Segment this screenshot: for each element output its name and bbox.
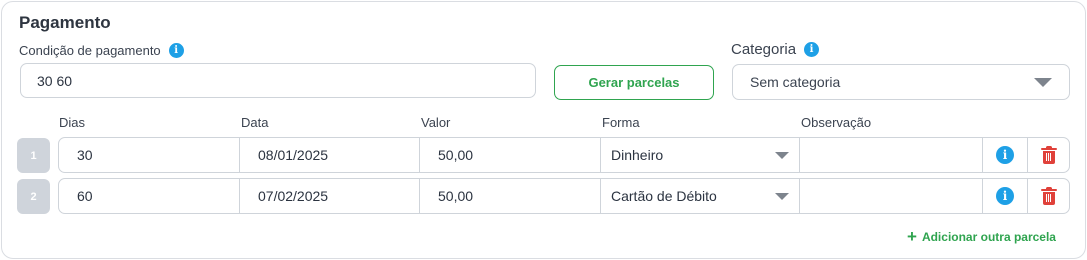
days-input[interactable]: 30 [59,138,240,172]
installment-row: 60 07/02/2025 50,00 Cartão de Débito i [58,178,1070,214]
category-selected-value: Sem categoria [750,74,841,90]
plus-icon: + [907,227,917,246]
notes-input[interactable] [800,138,983,172]
chevron-down-icon [1034,77,1052,87]
delete-row-button[interactable] [1028,138,1069,172]
payment-condition-label-group: Condição de pagamento i [19,43,184,58]
column-header-days: Dias [59,115,86,130]
payment-method-select[interactable]: Dinheiro [601,138,800,172]
installment-number-badge: 2 [17,179,50,214]
notes-input[interactable] [800,179,983,213]
payment-condition-label: Condição de pagamento [19,43,161,58]
row-info-button[interactable]: i [983,138,1028,172]
chevron-down-icon [775,192,789,200]
category-label: Categoria [731,41,797,58]
payment-condition-value: 30 60 [37,72,73,89]
days-input[interactable]: 60 [59,179,240,213]
payment-condition-info-icon[interactable]: i [168,43,184,58]
installment-number-badge: 1 [17,138,50,173]
payment-condition-input[interactable]: 30 60 [20,63,536,98]
category-select[interactable]: Sem categoria [732,64,1070,100]
installment-row: 30 08/01/2025 50,00 Dinheiro i [58,137,1070,173]
value-input[interactable]: 50,00 [420,179,601,213]
value-input[interactable]: 50,00 [420,138,601,172]
add-installment-label: Adicionar outra parcela [921,229,1056,244]
column-header-method: Forma [602,115,640,130]
payment-method-value: Cartão de Débito [611,188,717,204]
section-title: Pagamento [19,13,111,32]
category-info-icon[interactable]: i [804,42,820,57]
add-installment-link[interactable]: + Adicionar outra parcela [907,228,1056,245]
payment-method-value: Dinheiro [611,147,664,163]
info-icon: i [996,146,1014,164]
payment-card: Pagamento Condição de pagamento i 30 60 … [1,1,1086,259]
row-info-button[interactable]: i [983,179,1028,213]
info-icon: i [996,187,1014,205]
category-label-group: Categoria i [731,41,820,58]
trash-icon [1040,187,1057,205]
payment-method-select[interactable]: Cartão de Débito [601,179,800,213]
column-header-value: Valor [421,115,451,130]
trash-icon [1040,146,1057,164]
column-header-date: Data [241,115,269,130]
generate-installments-button[interactable]: Gerar parcelas [554,65,714,100]
date-input[interactable]: 08/01/2025 [240,138,420,172]
date-input[interactable]: 07/02/2025 [240,179,420,213]
chevron-down-icon [775,151,789,159]
column-header-notes: Observação [801,115,872,130]
delete-row-button[interactable] [1028,179,1069,213]
